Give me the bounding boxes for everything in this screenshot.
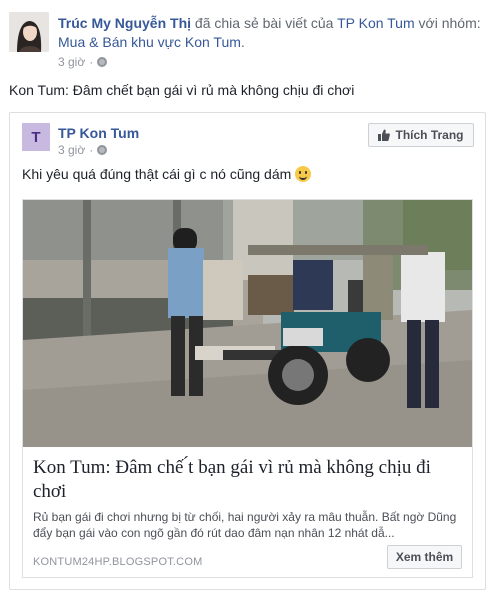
link-preview-card[interactable]: Kon Tum: Đâm chế ́t bạn gái vì rủ mà khô… — [22, 199, 473, 578]
post-timestamp[interactable]: 3 giờ — [58, 55, 85, 69]
post-status-text: Kon Tum: Đâm chết bạn gái vì rủ mà không… — [9, 82, 355, 98]
shared-post-timestamp[interactable]: 3 giờ — [58, 143, 85, 157]
post-meta: 3 giờ · — [58, 55, 108, 69]
author-name-link[interactable]: Trúc My Nguyễn Thị — [58, 15, 191, 31]
link-preview-domain: KONTUM24HP.BLOGSPOT.COM — [33, 556, 203, 568]
shared-meta-separator: · — [89, 143, 94, 157]
see-more-button[interactable]: Xem thêm — [387, 545, 462, 569]
shared-post-text-row: Khi yêu quá đúng thật cái gì c nó cũng d… — [22, 166, 312, 182]
shared-post-text: Khi yêu quá đúng thật cái gì c nó cũng d… — [22, 166, 292, 182]
link-preview-description: Rủ bạn gái đi chơi nhưng bị từ chối, hai… — [33, 510, 457, 540]
globe-icon[interactable] — [97, 145, 108, 155]
author-photo — [9, 12, 49, 52]
meta-separator: · — [89, 55, 94, 69]
with-text: với nhóm: — [418, 15, 481, 31]
link-preview-title[interactable]: Kon Tum: Đâm chế ́t bạn gái vì rủ mà khô… — [33, 456, 463, 504]
header-punctuation: . — [240, 34, 245, 50]
page-name-link[interactable]: TP Kon Tum — [58, 125, 139, 141]
shared-post-meta: 3 giờ · — [58, 143, 108, 157]
like-page-label: Thích Trang — [395, 128, 464, 142]
thumbs-up-icon — [378, 129, 391, 141]
globe-icon[interactable] — [97, 57, 108, 67]
action-text: đã chia sẻ bài viết của — [194, 15, 334, 31]
shared-post-card: T TP Kon Tum 3 giờ · Thích Trang Khi yêu… — [9, 112, 486, 590]
smiley-emoji-icon — [295, 166, 312, 182]
like-page-button[interactable]: Thích Trang — [368, 123, 474, 147]
post-header: Trúc My Nguyễn Thị đã chia sẻ bài viết c… — [58, 14, 483, 52]
feed-post: Trúc My Nguyễn Thị đã chia sẻ bài viết c… — [0, 0, 496, 602]
link-preview-image[interactable] — [23, 200, 472, 447]
author-avatar[interactable] — [9, 12, 49, 52]
page-avatar[interactable]: T — [22, 123, 50, 151]
group-link[interactable]: Mua & Bán khu vực Kon Tum — [58, 34, 241, 50]
shared-page-link[interactable]: TP Kon Tum — [337, 15, 415, 31]
